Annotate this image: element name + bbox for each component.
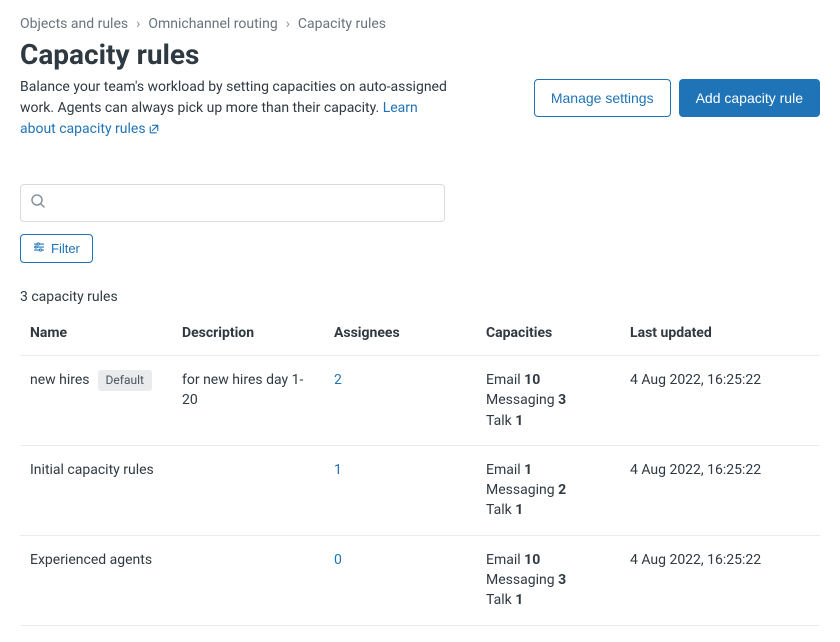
cell-capacities: Email 10Messaging 3Talk 1: [476, 535, 620, 625]
capacity-value: 2: [558, 482, 566, 498]
capacity-talk: Talk 1: [486, 500, 610, 520]
capacity-label: Messaging: [486, 392, 555, 408]
chevron-right-icon: ›: [286, 16, 290, 32]
capacity-messaging: Messaging 2: [486, 480, 610, 500]
capacity-value: 1: [515, 413, 523, 429]
table-row[interactable]: Experienced agents0Email 10Messaging 3Ta…: [20, 535, 820, 625]
rule-name: Experienced agents: [30, 552, 152, 568]
capacity-label: Talk: [486, 413, 512, 429]
cell-name: new hires Default: [20, 356, 172, 446]
column-header-last-updated[interactable]: Last updated: [620, 313, 820, 356]
breadcrumb-item[interactable]: Omnichannel routing: [148, 16, 277, 32]
default-badge: Default: [98, 370, 152, 391]
rule-count-label: 3 capacity rules: [20, 289, 820, 305]
table-body: new hires Default for new hires day 1-20 2 E…: [20, 356, 820, 626]
capacity-value: 3: [558, 392, 566, 408]
capacity-value: 3: [558, 572, 566, 588]
capacity-value: 1: [515, 592, 523, 608]
assignees-link[interactable]: 1: [334, 462, 342, 478]
cell-capacities: Email 1Messaging 2Talk 1: [476, 445, 620, 535]
capacity-label: Messaging: [486, 572, 555, 588]
cell-assignees: 2: [324, 356, 476, 446]
cell-assignees: 0: [324, 535, 476, 625]
capacity-email: Email 10: [486, 370, 610, 390]
capacity-talk: Talk 1: [486, 590, 610, 610]
cell-description: [172, 445, 324, 535]
capacity-messaging: Messaging 3: [486, 570, 610, 590]
table-row[interactable]: Initial capacity rules1Email 1Messaging …: [20, 445, 820, 535]
rule-name: Initial capacity rules: [30, 462, 154, 478]
capacity-rules-table: Name Description Assignees Capacities La…: [20, 313, 820, 626]
cell-name: Initial capacity rules: [20, 445, 172, 535]
table-row[interactable]: new hires Default for new hires day 1-20 2 E…: [20, 356, 820, 446]
cell-name: Experienced agents: [20, 535, 172, 625]
cell-assignees: 1: [324, 445, 476, 535]
add-capacity-rule-button[interactable]: Add capacity rule: [679, 79, 820, 117]
capacity-talk: Talk 1: [486, 411, 610, 431]
search-icon: [30, 193, 46, 213]
cell-last-updated: 4 Aug 2022, 16:25:22: [620, 535, 820, 625]
capacity-messaging: Messaging 3: [486, 390, 610, 410]
cell-last-updated: 4 Aug 2022, 16:25:22: [620, 445, 820, 535]
cell-description: for new hires day 1-20: [172, 356, 324, 446]
capacity-email: Email 1: [486, 460, 610, 480]
filter-icon: [33, 241, 45, 256]
assignees-link[interactable]: 0: [334, 552, 342, 568]
capacity-value: 1: [515, 502, 523, 518]
capacity-value: 10: [524, 552, 540, 568]
capacity-value: 1: [524, 462, 532, 478]
cell-description: [172, 535, 324, 625]
capacity-value: 10: [524, 372, 540, 388]
cell-capacities: Email 10Messaging 3Talk 1: [476, 356, 620, 446]
manage-settings-button[interactable]: Manage settings: [534, 79, 671, 117]
filter-button[interactable]: Filter: [20, 234, 93, 263]
column-header-name[interactable]: Name: [20, 313, 172, 356]
column-header-description[interactable]: Description: [172, 313, 324, 356]
filter-label: Filter: [51, 241, 80, 256]
breadcrumb: Objects and rules › Omnichannel routing …: [20, 16, 820, 32]
capacity-label: Email: [486, 462, 521, 478]
capacity-label: Email: [486, 372, 521, 388]
search-input[interactable]: [20, 184, 445, 222]
external-link-icon: [148, 121, 160, 142]
assignees-link[interactable]: 2: [334, 372, 342, 388]
page-subtitle: Balance your team's workload by setting …: [20, 77, 450, 142]
capacity-label: Talk: [486, 502, 512, 518]
capacity-label: Talk: [486, 592, 512, 608]
capacity-email: Email 10: [486, 550, 610, 570]
chevron-right-icon: ›: [136, 16, 140, 32]
header-actions: Manage settings Add capacity rule: [534, 79, 820, 117]
page-title: Capacity rules: [20, 38, 820, 71]
capacity-label: Messaging: [486, 482, 555, 498]
breadcrumb-item[interactable]: Objects and rules: [20, 16, 128, 32]
cell-last-updated: 4 Aug 2022, 16:25:22: [620, 356, 820, 446]
column-header-capacities[interactable]: Capacities: [476, 313, 620, 356]
search-container: [20, 184, 445, 222]
column-header-assignees[interactable]: Assignees: [324, 313, 476, 356]
capacity-label: Email: [486, 552, 521, 568]
rule-name: new hires: [30, 372, 90, 388]
breadcrumb-item: Capacity rules: [298, 16, 386, 32]
